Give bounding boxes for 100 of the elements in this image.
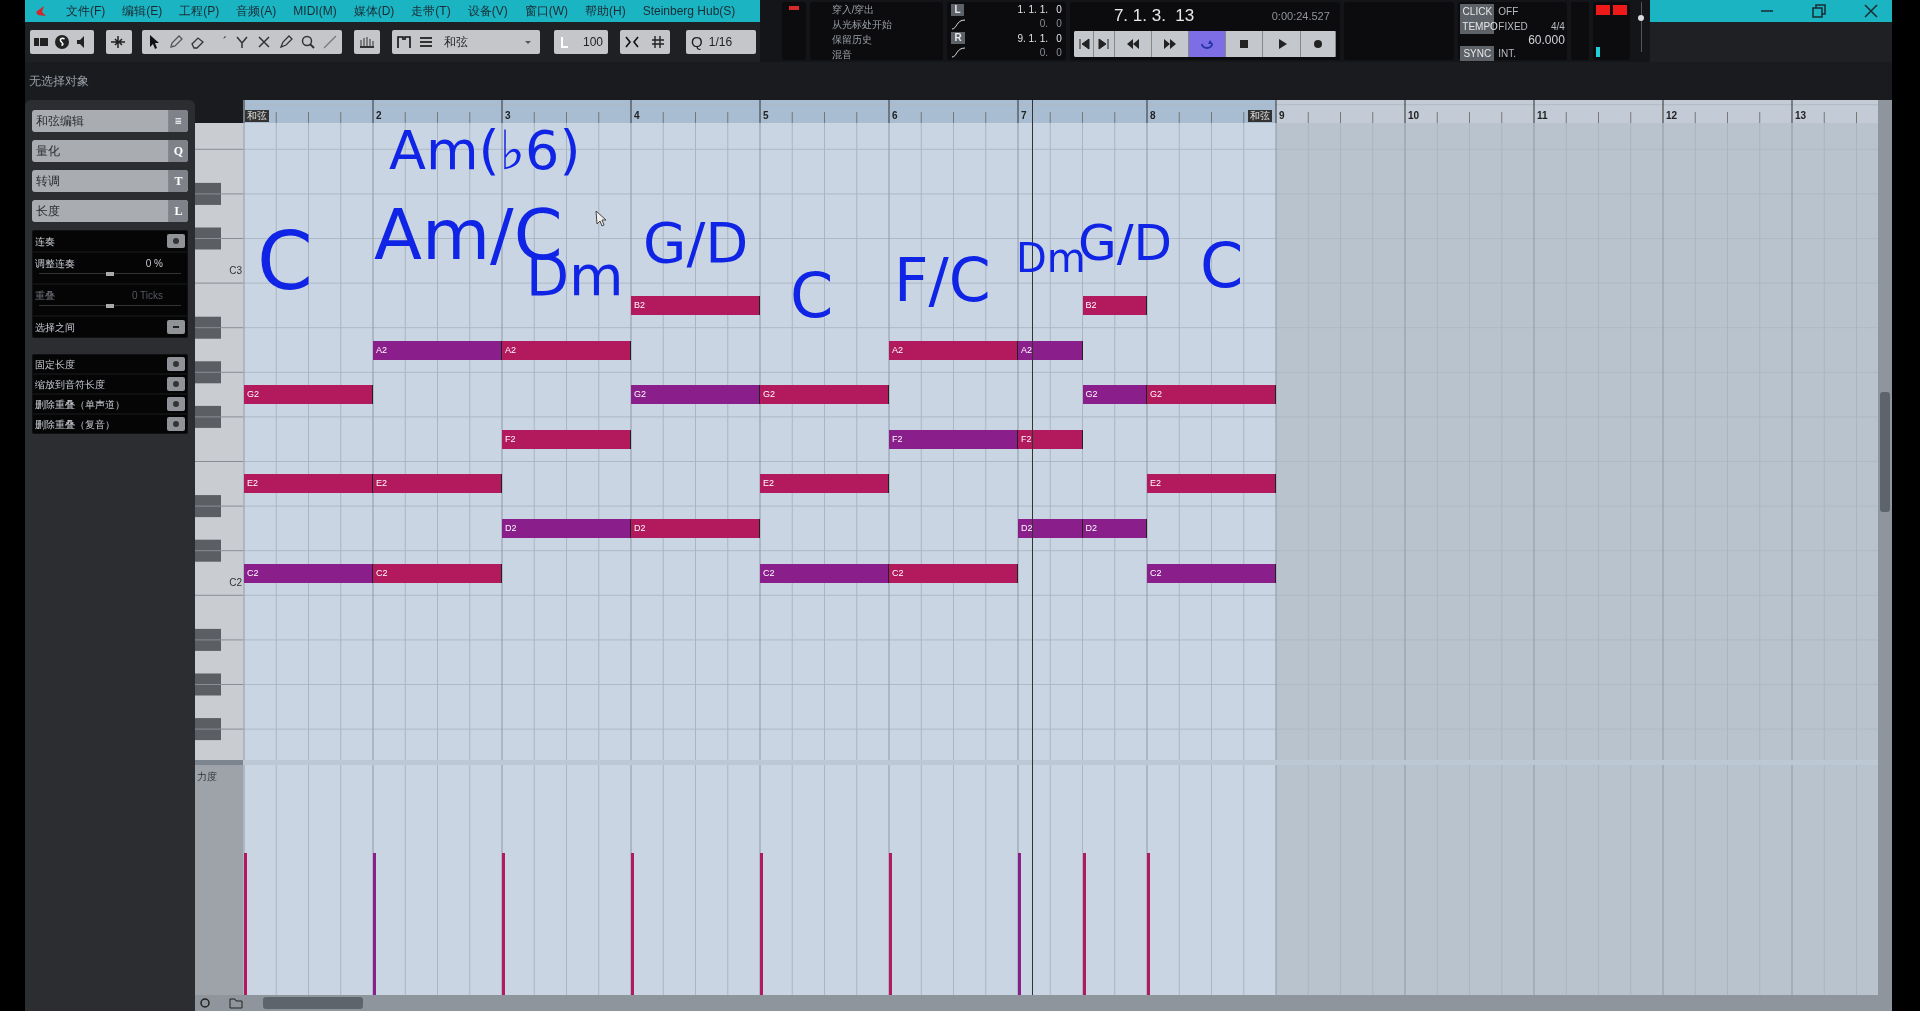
transport-option[interactable]: 保留历史 <box>831 32 922 47</box>
circle-icon <box>172 400 180 408</box>
tempo-mode: FIXED <box>1498 20 1528 34</box>
menu-item[interactable]: Steinberg Hub(S) <box>642 2 736 20</box>
velocity-bar[interactable] <box>1082 853 1086 995</box>
menu-item[interactable]: 窗口(W) <box>524 2 568 20</box>
apply-button[interactable] <box>167 397 185 411</box>
quantize-field[interactable]: Q 1/16 <box>686 30 756 54</box>
click-value: OFF <box>1498 5 1519 19</box>
chord-mode-icon[interactable] <box>396 34 412 50</box>
chord-mode-dropdown[interactable]: 和弦 <box>440 32 536 52</box>
apply-button[interactable] <box>167 357 185 371</box>
apply-button[interactable] <box>167 377 185 391</box>
stack-icon[interactable] <box>418 34 434 50</box>
velocity-field[interactable]: 100 <box>554 30 609 54</box>
inspector-section-header[interactable]: 转调 T <box>32 170 188 192</box>
menu-item[interactable]: 音频(A) <box>236 2 277 20</box>
time-signature: 4/4 <box>1550 20 1565 34</box>
inspector-section-header[interactable]: 和弦编辑 ≡ <box>32 110 188 132</box>
transport-end-button[interactable] <box>1094 31 1115 57</box>
apply-button[interactable] <box>167 417 185 431</box>
slider-track[interactable] <box>39 273 181 279</box>
slider-thumb[interactable] <box>106 272 114 276</box>
menu-item[interactable]: 设备(V) <box>467 2 508 20</box>
vertical-scrollbar[interactable] <box>1878 100 1892 995</box>
pencil-icon[interactable] <box>168 34 184 50</box>
apply-button[interactable] <box>167 234 185 248</box>
inspector-section-header[interactable]: 长度 L <box>32 200 188 222</box>
shortcut-key: L <box>168 200 188 222</box>
transport-play-button[interactable] <box>1263 31 1301 57</box>
vertical-scrollbar-thumb[interactable] <box>1880 392 1890 512</box>
option-label: 连奏 <box>35 234 55 249</box>
glue-icon[interactable] <box>234 34 250 50</box>
action-label: 删除重叠（复音） <box>35 417 115 432</box>
menu-item[interactable]: 帮助(H) <box>585 2 626 20</box>
midi-note[interactable]: G2 <box>760 385 889 405</box>
transport-stop-button[interactable] <box>1226 31 1264 57</box>
gear-icon[interactable] <box>199 997 211 1009</box>
solo-icon[interactable] <box>54 34 70 50</box>
skip-back-icon <box>1076 37 1091 51</box>
selection-status: 无选择对象 <box>29 73 89 90</box>
restore-icon[interactable] <box>1812 4 1826 18</box>
midi-note[interactable]: E2 <box>760 474 889 494</box>
transport-label-button[interactable]: CLICK <box>1460 4 1495 19</box>
midi-note[interactable]: G2 <box>244 385 373 405</box>
transport-label-button[interactable]: SYNC <box>1460 46 1495 61</box>
midi-note[interactable]: E2 <box>373 474 502 494</box>
menu-item[interactable]: 编辑(E) <box>122 2 163 20</box>
transport-option[interactable]: 穿入/穿出 <box>831 2 922 17</box>
transport-cycle-button[interactable] <box>1189 31 1227 57</box>
part-name: 和弦 <box>245 110 269 122</box>
snap-icon[interactable] <box>624 34 641 50</box>
caret-icon[interactable] <box>524 39 532 45</box>
bar-number: 6 <box>892 109 898 123</box>
menu-item[interactable]: 工程(P) <box>179 2 220 20</box>
transport-start-button[interactable] <box>1073 31 1095 57</box>
locator-offset: 0. 0 <box>1039 17 1062 31</box>
mute-x-icon[interactable] <box>256 34 272 50</box>
line-icon[interactable] <box>322 34 338 50</box>
grid-type-icon[interactable] <box>650 34 667 50</box>
folder-icon[interactable] <box>229 997 243 1009</box>
menu-item[interactable]: 文件(F) <box>66 2 106 20</box>
menu-item[interactable]: 走带(T) <box>411 2 451 20</box>
time-display: 0:00:24.527 <box>1271 8 1330 24</box>
slider-thumb[interactable] <box>1638 14 1645 21</box>
transport-option[interactable]: 混音 <box>831 47 922 62</box>
ramp-icon <box>951 46 968 59</box>
zoom-icon[interactable] <box>300 34 316 50</box>
transport-option[interactable]: 从光标处开始 <box>831 17 922 32</box>
locator-button[interactable]: R <box>951 32 965 45</box>
option-label: 调整连奏 <box>35 256 75 271</box>
midi-note[interactable]: G2 <box>1082 385 1147 405</box>
bar-number: 5 <box>763 109 769 123</box>
action-label: 删除重叠（单声道） <box>35 397 125 412</box>
horizontal-scrollbar[interactable] <box>195 995 1892 1011</box>
transport-forward-button[interactable] <box>1151 31 1190 57</box>
position-display: 7. 1. 3. 13 <box>1113 5 1195 28</box>
menu-item[interactable]: 媒体(D) <box>353 2 395 20</box>
shortcut-key: T <box>168 170 188 192</box>
menu-item[interactable]: MIDI(M) <box>293 2 337 20</box>
option-label: 选择之间 <box>35 320 75 335</box>
midi-note[interactable]: E2 <box>1147 474 1276 494</box>
circle-icon <box>172 420 180 428</box>
inspector-section-header[interactable]: 量化 Q <box>32 140 188 162</box>
lane-label: 力度 <box>197 770 217 784</box>
piano-keyboard-drawing[interactable] <box>195 123 243 760</box>
horizontal-scrollbar-thumb[interactable] <box>263 997 363 1009</box>
action-label: 缩放到音符长度 <box>35 377 105 392</box>
pen-icon[interactable] <box>278 34 294 50</box>
transport-rewind-button[interactable] <box>1114 31 1152 57</box>
handwritten-chord-label: C <box>257 222 313 302</box>
midi-note[interactable]: G2 <box>1147 385 1276 405</box>
fast-forward-icon <box>1163 37 1178 51</box>
close-icon[interactable] <box>1864 4 1878 18</box>
locator-button[interactable]: L <box>951 3 964 16</box>
midi-note[interactable]: G2 <box>631 385 760 405</box>
transport-record-button[interactable] <box>1300 31 1336 57</box>
midi-note[interactable]: E2 <box>244 474 373 494</box>
menu-button[interactable] <box>167 320 185 334</box>
slider-track[interactable] <box>39 305 181 311</box>
